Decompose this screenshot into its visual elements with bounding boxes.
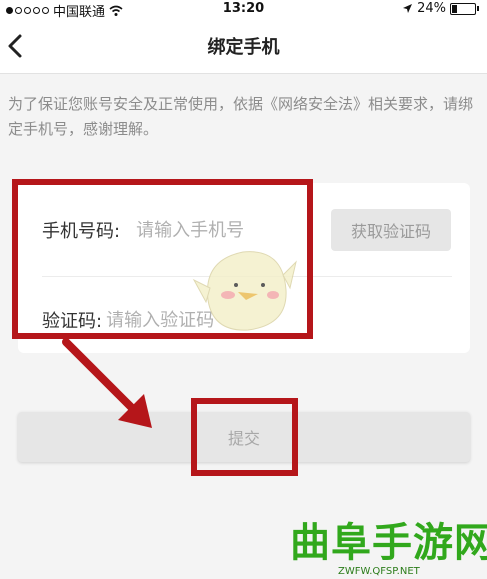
page-title: 绑定手机 — [207, 37, 280, 58]
navigation-bar: 绑定手机 — [0, 18, 487, 74]
status-bar: 中国联通 13:20 24% — [0, 0, 487, 20]
annotation-highlight-submit — [191, 398, 298, 476]
watermark-title: 曲阜手游网 — [290, 520, 487, 566]
annotation-highlight-form — [12, 179, 313, 339]
status-right: 24% — [402, 1, 479, 16]
get-code-button[interactable]: 获取验证码 — [331, 209, 451, 251]
battery-percent: 24% — [417, 1, 446, 16]
battery-icon — [450, 2, 476, 15]
location-arrow-icon — [403, 4, 413, 13]
watermark-url: ZWFW.QFSP.NET — [338, 566, 420, 577]
watermark-logo: 曲阜手游网 ZWFW.QFSP.NET — [290, 510, 487, 579]
notice-text: 为了保证您账号安全及正常使用，依据《网络安全法》相关要求，请绑定手机号，感谢理解… — [8, 95, 474, 138]
battery-tip — [477, 6, 479, 11]
battery-fill — [452, 4, 457, 13]
